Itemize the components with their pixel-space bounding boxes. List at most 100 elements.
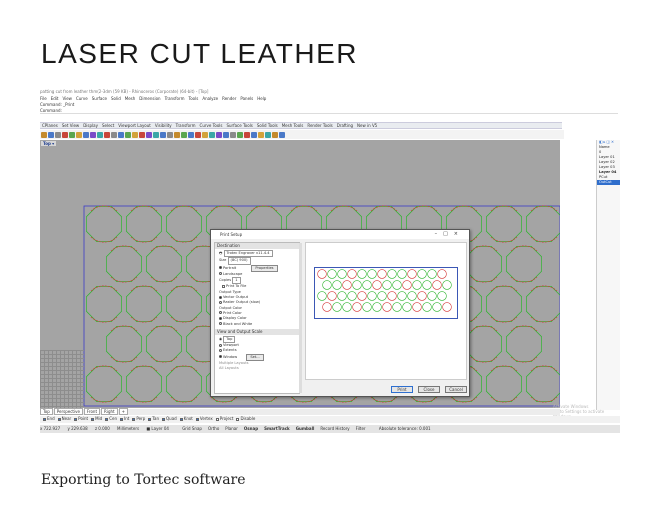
toolbar-tool-icon[interactable] bbox=[82, 131, 89, 138]
current-layer[interactable]: ■ Layer 04 bbox=[146, 426, 175, 431]
osnap-checkbox[interactable] bbox=[132, 417, 136, 421]
viewport-tab[interactable]: Perspective bbox=[53, 408, 83, 415]
toolbar-tool-icon[interactable] bbox=[243, 131, 250, 138]
command-prompt[interactable]: Command: bbox=[40, 108, 618, 114]
osnap-cen[interactable]: Cen bbox=[102, 416, 117, 421]
toolbar-tool-icon[interactable] bbox=[271, 131, 278, 138]
toolbar-tab[interactable]: Mesh Tools bbox=[280, 123, 306, 128]
toolbar-tool-icon[interactable] bbox=[103, 131, 110, 138]
osnap-mid[interactable]: Mid bbox=[88, 416, 102, 421]
status-toggle[interactable]: Planar bbox=[225, 426, 238, 431]
menu-item-surface[interactable]: Surface bbox=[92, 96, 107, 101]
toolbar-tool-icon[interactable] bbox=[264, 131, 271, 138]
toolbar-tool-icon[interactable] bbox=[131, 131, 138, 138]
print-button[interactable]: Print bbox=[391, 386, 413, 393]
toolbar-tab[interactable]: CPlanes bbox=[40, 123, 60, 128]
toolbar-tool-icon[interactable] bbox=[124, 131, 131, 138]
cancel-button[interactable]: Cancel bbox=[445, 386, 467, 393]
units-label[interactable]: Millimeters bbox=[117, 426, 139, 431]
viewport-label[interactable]: Top ▾ bbox=[41, 141, 57, 146]
dialog-window-controls[interactable]: –□× bbox=[435, 230, 464, 239]
menu-item-file[interactable]: File bbox=[40, 96, 47, 101]
toolbar-tool-icon[interactable] bbox=[138, 131, 145, 138]
osnap-checkbox[interactable] bbox=[105, 417, 109, 421]
toolbar-tab[interactable]: Select bbox=[100, 123, 116, 128]
status-toggle[interactable]: Record History bbox=[320, 426, 349, 431]
toolbar-tab[interactable]: Surface Tools bbox=[224, 123, 254, 128]
toolbar-tool-icon[interactable] bbox=[166, 131, 173, 138]
menu-item-help[interactable]: Help bbox=[257, 96, 266, 101]
toolbar-tool-icon[interactable] bbox=[222, 131, 229, 138]
osnap-near[interactable]: Near bbox=[55, 416, 71, 421]
osnap-checkbox[interactable] bbox=[43, 417, 46, 421]
status-toggle[interactable]: SmartTrack bbox=[264, 426, 290, 431]
toolbar-tool-icon[interactable] bbox=[201, 131, 208, 138]
osnap-checkbox[interactable] bbox=[120, 417, 124, 421]
osnap-checkbox[interactable] bbox=[148, 417, 152, 421]
status-toggle[interactable]: Ortho bbox=[208, 426, 219, 431]
top-viewport[interactable]: Top ▾ Print Setup –□× Destination 🖶 Trot… bbox=[40, 140, 562, 408]
toolbar-tool-icon[interactable] bbox=[96, 131, 103, 138]
osnap-tan[interactable]: Tan bbox=[145, 416, 159, 421]
toolbar-tool-icon[interactable] bbox=[117, 131, 124, 138]
toolbar-tab[interactable]: Set View bbox=[60, 123, 81, 128]
toolbar-tool-icon[interactable] bbox=[187, 131, 194, 138]
toolbar-tool-icon[interactable] bbox=[89, 131, 96, 138]
toolbar-tab[interactable]: New in V5 bbox=[355, 123, 379, 128]
menu-item-curve[interactable]: Curve bbox=[76, 96, 88, 101]
set-window-button[interactable]: Set... bbox=[246, 353, 264, 362]
toolbar-tool-icon[interactable] bbox=[236, 131, 243, 138]
close-button[interactable]: Close bbox=[418, 386, 440, 393]
toolbar-tab[interactable]: Viewport Layout bbox=[116, 123, 153, 128]
viewport-tab[interactable]: Right bbox=[101, 408, 118, 415]
toolbar-tool-icon[interactable] bbox=[229, 131, 236, 138]
viewport-tab[interactable]: + bbox=[118, 408, 128, 415]
menu-item-transform[interactable]: Transform bbox=[165, 96, 185, 101]
toolbar-tool-icon[interactable] bbox=[47, 131, 54, 138]
toolbar-tab[interactable]: Display bbox=[81, 123, 100, 128]
toolbar-tab[interactable]: Render Tools bbox=[305, 123, 334, 128]
osnap-checkbox[interactable] bbox=[195, 417, 199, 421]
osnap-knot[interactable]: Knot bbox=[177, 416, 193, 421]
toolbar-tool-icon[interactable] bbox=[110, 131, 117, 138]
toolbar-tab[interactable]: Visibility bbox=[153, 123, 174, 128]
toolbar-tool-icon[interactable] bbox=[257, 131, 264, 138]
view-scale-header[interactable]: View and Output Scale bbox=[215, 328, 299, 335]
properties-button[interactable]: Properties bbox=[251, 264, 278, 272]
menu-item-tools[interactable]: Tools bbox=[188, 96, 198, 101]
menu-item-dimension[interactable]: Dimension bbox=[139, 96, 160, 101]
osnap-point[interactable]: Point bbox=[71, 416, 88, 421]
osnap-project[interactable]: Project bbox=[213, 416, 233, 421]
toolbar-tool-icon[interactable] bbox=[180, 131, 187, 138]
menu-item-mesh[interactable]: Mesh bbox=[125, 96, 136, 101]
toolbar-tool-icon[interactable] bbox=[75, 131, 82, 138]
window-radio[interactable]: Window Set... bbox=[215, 353, 299, 362]
toolbar-tool-icon[interactable] bbox=[61, 131, 68, 138]
toolbar-tool-icon[interactable] bbox=[194, 131, 201, 138]
osnap-quad[interactable]: Quad bbox=[159, 416, 177, 421]
black-white-radio[interactable]: Black and White bbox=[215, 322, 299, 327]
osnap-checkbox[interactable] bbox=[91, 417, 95, 421]
settings-scrollbar[interactable] bbox=[299, 243, 302, 393]
layer-item[interactable]: OutCut bbox=[597, 180, 620, 185]
osnap-disable[interactable]: Disable bbox=[233, 416, 255, 421]
toolbar-tool-icon[interactable] bbox=[40, 131, 47, 138]
status-toggle[interactable]: Grid Snap bbox=[182, 426, 202, 431]
toolbar-tool-icon[interactable] bbox=[145, 131, 152, 138]
menu-item-analyze[interactable]: Analyze bbox=[202, 96, 218, 101]
viewport-tab[interactable]: Front bbox=[83, 408, 101, 415]
osnap-checkbox[interactable] bbox=[74, 417, 78, 421]
toolbar-tool-icon[interactable] bbox=[54, 131, 61, 138]
close-icon[interactable]: × bbox=[454, 231, 464, 237]
toolbar-tab[interactable]: Curve Tools bbox=[198, 123, 225, 128]
osnap-vertex[interactable]: Vertex bbox=[193, 416, 213, 421]
status-toggle[interactable]: Filter bbox=[356, 426, 366, 431]
osnap-checkbox[interactable] bbox=[57, 417, 61, 421]
status-toggle[interactable]: Osnap bbox=[244, 426, 258, 431]
toolbar-tab[interactable]: Drafting bbox=[335, 123, 355, 128]
menu-item-solid[interactable]: Solid bbox=[111, 96, 121, 101]
toolbar-tool-icon[interactable] bbox=[68, 131, 75, 138]
toolbar-tool-icon[interactable] bbox=[152, 131, 159, 138]
osnap-checkbox[interactable] bbox=[215, 417, 219, 421]
maximize-icon[interactable]: □ bbox=[443, 231, 454, 237]
